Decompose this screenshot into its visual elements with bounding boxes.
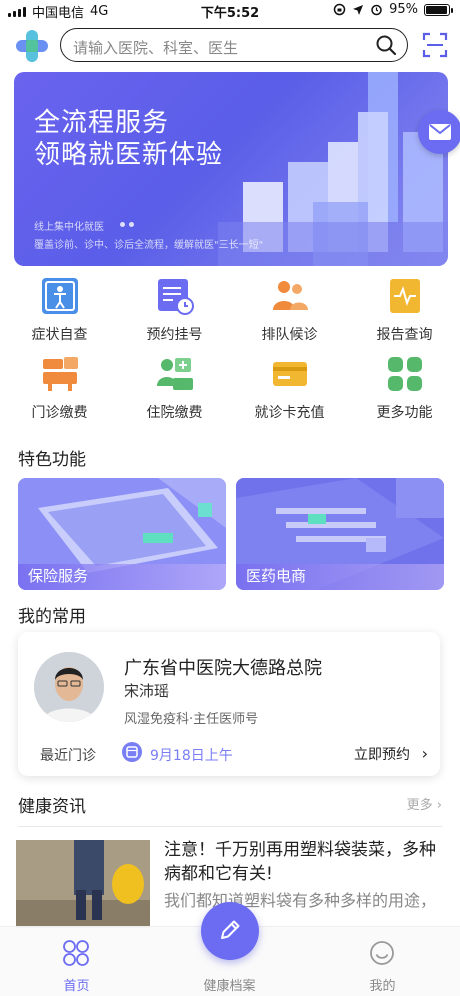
search-bar[interactable]: 请输入医院、科室、医生 <box>60 28 408 62</box>
banner-title-line2: 领略就医新体验 <box>34 140 224 170</box>
mail-icon <box>429 124 451 140</box>
inpatient-pay-icon <box>157 358 193 390</box>
location-icon <box>353 4 364 15</box>
banner-subtitle-line2: 覆盖诊前、诊中、诊后全流程，缓解就医"三长一短" <box>34 240 264 251</box>
feature-label: 保险服务 <box>28 567 89 585</box>
features-section-title: 特色功能 <box>18 450 86 470</box>
grid-item-label: 预约挂号 <box>146 327 203 343</box>
pencil-icon <box>221 920 240 939</box>
search-placeholder: 请输入医院、科室、医生 <box>73 39 239 57</box>
grid-item-queue[interactable]: 排队候诊 <box>232 274 347 348</box>
news-section-title: 健康资讯 <box>18 797 86 817</box>
feature-card-pharmacy[interactable]: 医药电商 <box>236 478 444 590</box>
favorite-doctor-card[interactable]: 广东省中医院大德路总院 宋沛瑶 风湿免疫科·主任医师号 最近门诊 9月18日上午… <box>18 632 440 776</box>
status-bar: 中国电信 4G 下午5:52 95% <box>0 0 460 22</box>
tab-label: 健康档案 <box>203 979 256 994</box>
alarm-icon <box>371 4 382 16</box>
grid-item-label: 就诊卡充值 <box>254 405 325 421</box>
favorites-section-title: 我的常用 <box>18 607 86 627</box>
appointment-icon <box>158 279 194 315</box>
smiley-icon <box>370 941 394 965</box>
news-divider <box>18 826 442 827</box>
body-check-icon <box>42 278 78 314</box>
grid-item-appointment[interactable]: 预约挂号 <box>117 274 232 348</box>
home-petals-icon <box>63 940 89 966</box>
recent-visit-label: 最近门诊 <box>40 748 96 764</box>
tab-label: 首页 <box>63 979 90 994</box>
grid-item-more[interactable]: 更多功能 <box>347 352 460 426</box>
feature-label: 医药电商 <box>246 567 307 585</box>
tab-label: 我的 <box>369 979 396 994</box>
rotation-lock-icon <box>333 3 346 16</box>
grid-item-label: 排队候诊 <box>261 327 318 343</box>
floating-edit-button[interactable] <box>201 902 259 960</box>
doctor-avatar <box>34 652 104 722</box>
grid-item-inpatient-pay[interactable]: 住院缴费 <box>117 352 232 426</box>
news-more-label: 更多 <box>406 798 433 813</box>
feature-card-insurance[interactable]: 保险服务 <box>18 478 226 590</box>
medical-cross-logo-icon[interactable] <box>14 28 50 64</box>
promo-banner[interactable]: 全流程服务 领略就医新体验 线上集中化就医 覆盖诊前、诊中、诊后全流程，缓解就医… <box>14 72 448 266</box>
more-apps-icon <box>388 357 422 391</box>
queue-icon <box>273 281 308 310</box>
tab-profile[interactable]: 我的 <box>306 927 459 996</box>
grid-item-card-recharge[interactable]: 就诊卡充值 <box>232 352 347 426</box>
header: 请输入医院、科室、医生 <box>0 24 460 68</box>
scan-icon[interactable] <box>422 32 448 58</box>
news-more-link[interactable]: 更多 › <box>407 794 442 813</box>
report-icon <box>390 279 420 313</box>
grid-item-outpatient-pay[interactable]: 门诊缴费 <box>2 352 117 426</box>
news-item-title[interactable]: 注意！千万别再用塑料袋装菜，多种病都和它有关! <box>164 838 444 886</box>
banner-pager-dots <box>120 222 134 227</box>
status-right-group: 95% <box>333 2 453 17</box>
grid-item-label: 更多功能 <box>376 405 433 421</box>
grid-item-label: 症状自查 <box>31 327 88 343</box>
grid-item-label: 门诊缴费 <box>31 405 88 421</box>
calendar-icon <box>122 742 142 762</box>
message-button[interactable] <box>418 110 460 154</box>
grid-item-label: 报告查询 <box>376 327 433 343</box>
card-recharge-icon <box>273 362 307 386</box>
outpatient-pay-icon <box>43 357 78 391</box>
grid-item-symptom-check[interactable]: 症状自查 <box>2 274 117 348</box>
doctor-department: 风湿免疫科·主任医师号 <box>124 712 259 727</box>
search-icon[interactable] <box>375 34 397 56</box>
recent-visit-date: 9月18日上午 <box>150 748 233 764</box>
banner-subtitle-line1: 线上集中化就医 <box>34 222 104 233</box>
grid-item-label: 住院缴费 <box>146 405 203 421</box>
news-thumbnail[interactable] <box>16 840 150 928</box>
doctor-name: 宋沛瑶 <box>124 682 170 700</box>
book-now-button[interactable]: 立即预约 <box>354 744 410 764</box>
battery-percent: 95% <box>389 2 418 17</box>
grid-item-report[interactable]: 报告查询 <box>347 274 460 348</box>
news-item-description: 我们都知道塑料袋有多种多样的用途， <box>164 891 437 910</box>
chevron-right-icon[interactable]: › <box>422 744 428 763</box>
battery-icon <box>424 3 453 16</box>
tab-home[interactable]: 首页 <box>0 927 153 996</box>
hospital-name: 广东省中医院大德路总院 <box>124 658 322 679</box>
